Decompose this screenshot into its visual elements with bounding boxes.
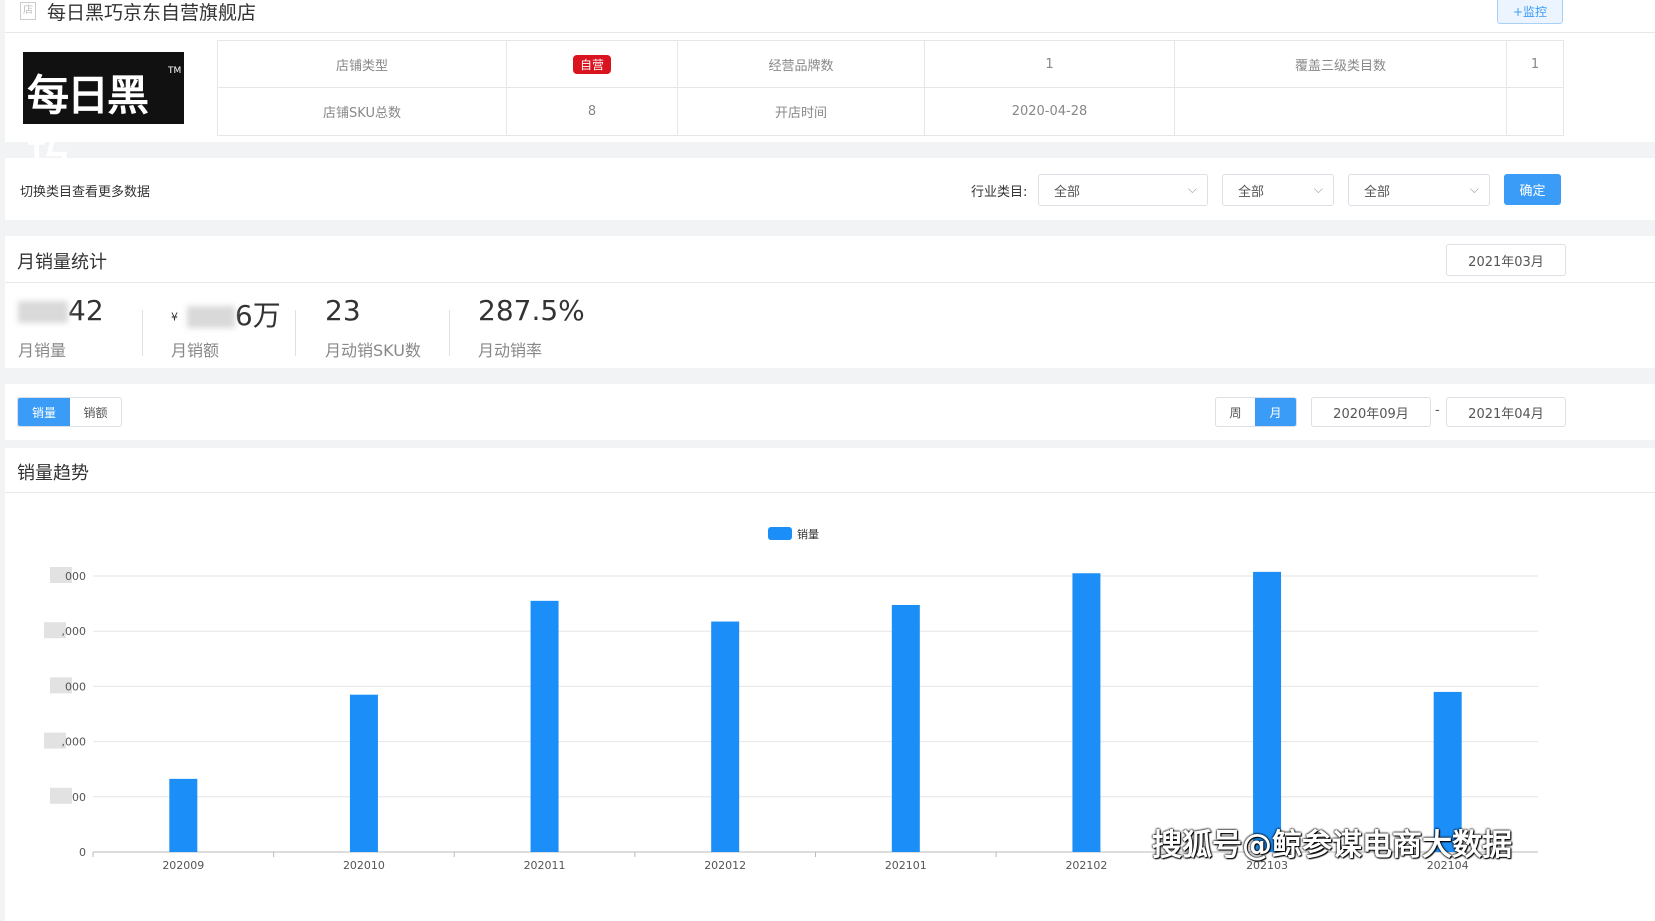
sku-total-value: 8 (507, 88, 678, 136)
active-rate-label: 月动销率 (478, 341, 543, 360)
monthly-title: 月销量统计 (17, 252, 107, 273)
industry-select-2-value: 全部 (1238, 184, 1265, 200)
store-type-label: 店铺类型 (218, 41, 507, 88)
toggle-week[interactable]: 周 (1216, 398, 1255, 426)
period-toggle: 周 月 (1215, 397, 1297, 427)
store-type-value: 自营 (507, 41, 678, 88)
monthly-stats-card: 月销量统计 2021年03月 42 月销量 ¥ 6万 月销额 23 月动销SKU… (5, 236, 1655, 368)
monthly-sales-value: 42 (18, 294, 104, 327)
monthly-revenue-suffix: 6万 (234, 299, 281, 332)
empty-cell (1507, 88, 1564, 136)
header-divider (5, 32, 1655, 33)
monitor-button[interactable]: +监控 (1497, 0, 1563, 24)
date-range-separator: - (1435, 403, 1440, 418)
open-date-value: 2020-04-28 (925, 88, 1175, 136)
trend-divider (5, 492, 1655, 493)
active-sku-label: 月动销SKU数 (325, 341, 421, 360)
self-operated-badge: 自营 (572, 54, 611, 74)
chart-controls-card: 销量 销额 周 月 2020年09月 - 2021年04月 (5, 384, 1655, 440)
industry-select-3[interactable]: 全部 ⌵ (1348, 174, 1490, 206)
monthly-sales-label: 月销量 (18, 341, 67, 360)
metric-toggle: 销量 销额 (17, 397, 122, 427)
date-from-picker[interactable]: 2020年09月 (1311, 397, 1431, 427)
category-count-label: 覆盖三级类目数 (1175, 41, 1507, 88)
store-info-table: 店铺类型 自营 经营品牌数 1 覆盖三级类目数 1 店铺SKU总数 8 开店时间… (217, 40, 1564, 136)
industry-select-1-value: 全部 (1054, 184, 1081, 200)
stat-divider (449, 310, 450, 356)
chevron-down-icon: ⌵ (1469, 182, 1479, 196)
store-icon: 店 (20, 2, 36, 20)
monthly-sales-suffix: 42 (68, 294, 104, 327)
monthly-revenue-label: 月销额 (171, 341, 220, 360)
monthly-revenue-value: ¥ 6万 (171, 294, 281, 334)
industry-select-2[interactable]: 全部 ⌵ (1222, 174, 1334, 206)
industry-select-3-value: 全部 (1364, 184, 1391, 200)
toggle-sales-amount[interactable]: 销额 (70, 398, 121, 426)
stat-divider (142, 310, 143, 356)
brand-count-label: 经营品牌数 (678, 41, 925, 88)
open-date-label: 开店时间 (678, 88, 925, 136)
watermark: 搜狐号@鲸参谋电商大数据 (1152, 828, 1512, 863)
industry-label: 行业类目: (971, 185, 1028, 200)
filter-hint: 切换类目查看更多数据 (20, 185, 151, 200)
currency-symbol: ¥ (171, 310, 178, 324)
month-picker[interactable]: 2021年03月 (1446, 244, 1566, 276)
store-title: 每日黑巧京东自营旗舰店 (47, 2, 257, 24)
store-header-card: 店 每日黑巧京东自营旗舰店 +监控 每日黑巧 TM 店铺类型 自营 经营品牌数 … (5, 0, 1655, 181)
sku-total-label: 店铺SKU总数 (218, 88, 507, 136)
active-sku-value: 23 (325, 294, 361, 327)
empty-cell (1175, 88, 1507, 136)
chevron-down-icon: ⌵ (1187, 182, 1197, 196)
category-filter-card: 切换类目查看更多数据 行业类目: 全部 ⌵ 全部 ⌵ 全部 ⌵ 确定 (5, 158, 1655, 220)
category-count-value: 1 (1507, 41, 1564, 88)
confirm-button[interactable]: 确定 (1504, 174, 1561, 205)
monthly-divider (5, 282, 1655, 283)
industry-select-1[interactable]: 全部 ⌵ (1038, 174, 1208, 206)
chevron-down-icon: ⌵ (1313, 182, 1323, 196)
stat-divider (295, 310, 296, 356)
redacted-value (186, 306, 235, 328)
date-to-picker[interactable]: 2021年04月 (1446, 397, 1566, 427)
store-logo-tm: TM (168, 66, 182, 76)
trend-title: 销量趋势 (17, 463, 89, 484)
active-rate-value: 287.5% (478, 294, 585, 327)
toggle-sales-volume[interactable]: 销量 (18, 398, 70, 426)
store-logo: 每日黑巧 TM (23, 52, 184, 181)
toggle-month[interactable]: 月 (1255, 398, 1296, 426)
brand-count-value: 1 (925, 41, 1175, 88)
redacted-value (18, 301, 68, 323)
